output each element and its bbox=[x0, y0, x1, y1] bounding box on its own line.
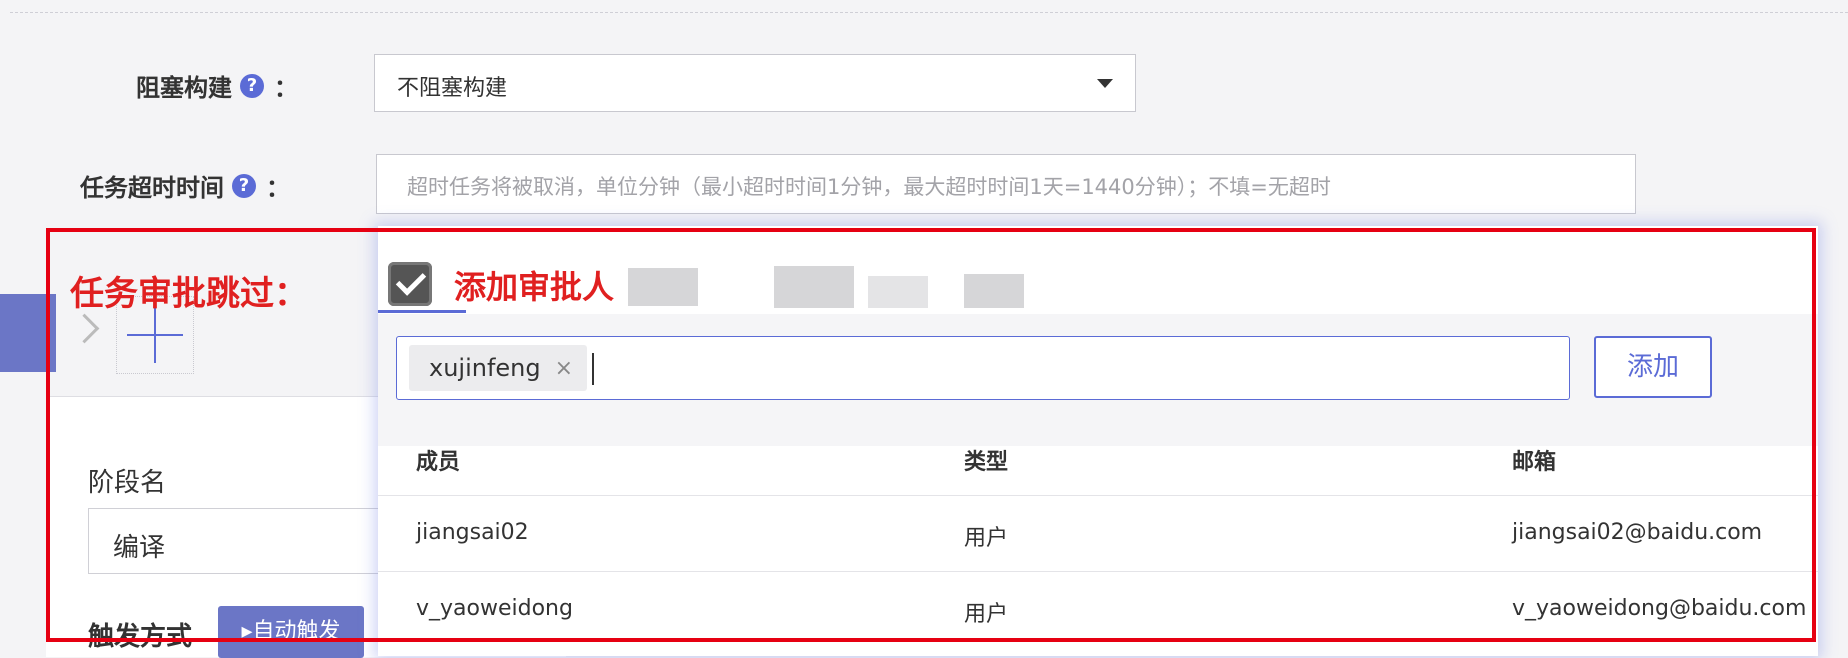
table-cell-email: v_yaoweidong@baidu.com bbox=[1512, 596, 1807, 621]
add-approver-button[interactable]: 添加 bbox=[1594, 336, 1712, 398]
help-icon[interactable]: ? bbox=[232, 173, 256, 198]
table-cell-email: jiangsai02@baidu.com bbox=[1512, 520, 1763, 545]
stage-name-input[interactable]: 编译 bbox=[88, 508, 388, 574]
stage-name-value: 编译 bbox=[113, 533, 166, 563]
check-icon bbox=[395, 265, 427, 296]
approver-tag: xujinfeng × bbox=[409, 345, 588, 391]
table-divider bbox=[378, 495, 1818, 496]
column-header-email: 邮箱 bbox=[1512, 450, 1557, 475]
table-cell-member: jiangsai02 bbox=[416, 520, 529, 545]
approver-tag-input[interactable]: xujinfeng × bbox=[396, 336, 1570, 400]
approver-checkbox[interactable] bbox=[388, 262, 432, 306]
caret-down-icon bbox=[1097, 79, 1113, 88]
redacted-block bbox=[774, 266, 854, 308]
redacted-block bbox=[868, 276, 928, 308]
table-cell-type: 用户 bbox=[964, 602, 1009, 627]
task-timeout-input[interactable]: 超时任务将被取消，单位分钟（最小超时时间1分钟，最大超时时间1天=1440分钟）… bbox=[376, 154, 1636, 214]
help-icon[interactable]: ? bbox=[240, 73, 264, 98]
text-cursor bbox=[592, 353, 594, 385]
stage-tab[interactable] bbox=[0, 294, 56, 372]
table-divider bbox=[378, 571, 1818, 572]
task-approval-skip-label: 任务审批跳过： bbox=[70, 274, 308, 314]
block-build-select[interactable]: 不阻塞构建 bbox=[374, 54, 1136, 112]
approver-tag-label: xujinfeng bbox=[429, 354, 541, 382]
label-colon: ： bbox=[274, 74, 298, 102]
block-build-label-text: 阻塞构建 bbox=[136, 74, 232, 102]
chevron-right-icon bbox=[69, 313, 100, 344]
add-approver-title: 添加审批人 bbox=[454, 268, 615, 306]
trigger-mode-button[interactable]: ▸自动触发 bbox=[218, 606, 364, 658]
column-header-type: 类型 bbox=[964, 450, 1009, 475]
column-header-member: 成员 bbox=[416, 450, 461, 475]
plus-icon-vertical bbox=[154, 307, 156, 363]
task-timeout-placeholder: 超时任务将被取消，单位分钟（最小超时时间1分钟，最大超时时间1天=1440分钟）… bbox=[407, 175, 1331, 199]
table-cell-member: v_yaoweidong bbox=[416, 596, 573, 621]
add-approver-popup: 添加审批人 xujinfeng × 添加 bbox=[378, 226, 1818, 656]
close-icon[interactable]: × bbox=[555, 356, 573, 381]
popup-header: 添加审批人 bbox=[378, 226, 1818, 315]
block-build-value: 不阻塞构建 bbox=[397, 76, 508, 101]
block-build-label: 阻塞构建 ? ： bbox=[136, 68, 298, 103]
label-colon: ： bbox=[266, 174, 290, 202]
task-timeout-label: 任务超时时间 ? ： bbox=[80, 168, 290, 203]
stage-name-label: 阶段名 bbox=[88, 468, 167, 498]
tab-indicator bbox=[378, 310, 466, 313]
trigger-mode-label: 触发方式 bbox=[88, 622, 193, 652]
table-cell-type: 用户 bbox=[964, 526, 1009, 551]
task-timeout-label-text: 任务超时时间 bbox=[80, 174, 224, 202]
redacted-block bbox=[964, 274, 1024, 308]
redacted-block bbox=[628, 268, 698, 306]
section-divider bbox=[10, 12, 1848, 13]
